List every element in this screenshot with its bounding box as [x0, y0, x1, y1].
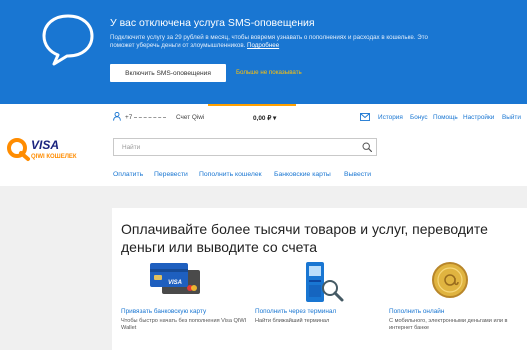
logo-visa-text: VISA	[31, 138, 59, 152]
banner-title: У вас отключена услуга SMS-оповещения	[110, 17, 315, 29]
payment-terminal-icon	[306, 262, 344, 302]
desc-online: С мобильного, электронными деньгами или …	[389, 318, 508, 332]
speech-bubble-icon	[42, 14, 94, 66]
nav-logout[interactable]: Выйти	[502, 114, 521, 121]
menu-pay[interactable]: Оплатить	[113, 171, 143, 178]
top-bar: +7 Счет Qiwi 0,00 ₽ ▾ История Бонус Помо…	[0, 104, 527, 128]
balance-dropdown[interactable]: 0,00 ₽ ▾	[253, 114, 276, 122]
search-icon[interactable]	[362, 142, 372, 152]
bank-cards-icon: VISA	[150, 263, 200, 294]
nav-help[interactable]: Помощь	[433, 114, 458, 121]
menu-transfer[interactable]: Перевести	[154, 171, 188, 178]
menu-withdraw[interactable]: Вывести	[344, 171, 371, 178]
logo-wallet-text: QIWI КОШЕЛЕК	[31, 154, 77, 160]
menu-top-up[interactable]: Пополнить кошелек	[199, 171, 262, 178]
qiwi-visa-logo[interactable]: VISA QIWI КОШЕЛЕК	[4, 132, 78, 166]
search-input[interactable]	[113, 138, 377, 156]
desc-bind-card: Чтобы быстро начать без пополнения Visa …	[121, 318, 247, 332]
balance-highlight	[208, 104, 296, 106]
desc-terminal: Найти ближайший терминал	[255, 318, 330, 324]
phone-prefix: +7	[125, 114, 133, 121]
nav-settings[interactable]: Настройки	[463, 114, 494, 121]
user-icon[interactable]	[113, 112, 121, 121]
menu-bank-cards[interactable]: Банковские карты	[274, 171, 331, 178]
link-online[interactable]: Пополнить онлайн	[389, 308, 444, 315]
nav-bonus[interactable]: Бонус	[410, 114, 428, 121]
more-info-link[interactable]: Подробнее	[247, 42, 279, 49]
phone-number[interactable]: +7	[125, 114, 167, 121]
banner-description: Подключите услугу за 29 рублей в месяц, …	[110, 34, 440, 51]
phone-masked	[134, 116, 167, 118]
main-content: Оплачивайте более тысячи товаров и услуг…	[112, 208, 527, 350]
header: +7 Счет Qiwi 0,00 ₽ ▾ История Бонус Помо…	[0, 104, 527, 186]
sms-banner: У вас отключена услуга SMS-оповещения По…	[0, 0, 527, 104]
wallet-label: Счет Qiwi	[176, 114, 205, 121]
nav-history[interactable]: История	[378, 114, 403, 121]
link-bind-card[interactable]: Привязать банковскую карту	[121, 308, 206, 315]
mail-icon[interactable]	[360, 113, 370, 121]
link-terminal[interactable]: Пополнить через терминал	[255, 308, 336, 315]
gold-coin-icon	[432, 262, 468, 298]
dont-show-again-link[interactable]: Больше не показывать	[236, 69, 302, 76]
enable-sms-button[interactable]: Включить SMS-оповещения	[110, 64, 226, 82]
page-headline: Оплачивайте более тысячи товаров и услуг…	[121, 221, 488, 255]
card-visa-text: VISA	[168, 280, 182, 286]
